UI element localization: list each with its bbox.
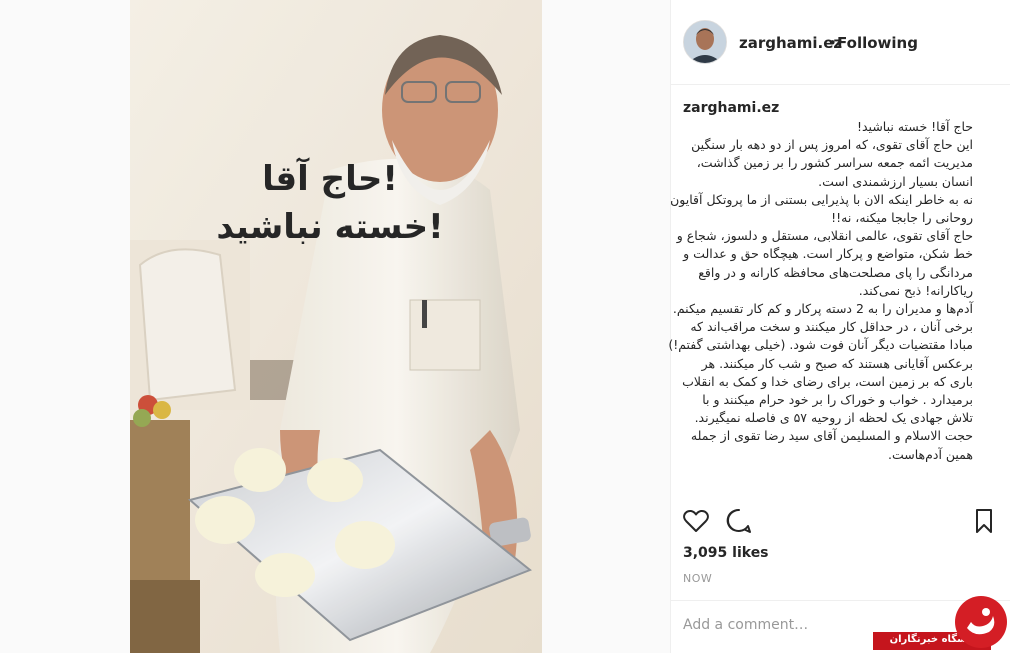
- save-button[interactable]: [969, 506, 999, 536]
- like-button[interactable]: [681, 506, 711, 536]
- post-sidebar: zarghami.ez • Following zarghami.ez . حا…: [668, 0, 1010, 653]
- post-image[interactable]: حاج آقا! خسته نباشید!: [130, 0, 542, 653]
- caption-line: برمیدارد . خواب و خوراک را بر خود حرام م…: [702, 392, 973, 408]
- caption-line: مبادا مقتضیات دیگر آنان فوت شود. (خیلی ب…: [668, 337, 973, 353]
- header-separator: •: [828, 34, 837, 52]
- caption-line: حاج آقای تقوی، عالمی انقلابی، مستقل و دل…: [676, 228, 973, 244]
- comment-input[interactable]: Add a comment…: [683, 617, 808, 633]
- news-agency-watermark: باشگاه خبرنگاران: [873, 590, 1010, 653]
- caption-line: برخی آنان ، در حداقل کار میکنند و سخت مر…: [690, 319, 973, 335]
- caption-line: تلاش جهادی یک لحظه از روحیه ۵۷ ی فاصله ن…: [694, 410, 973, 426]
- avatar-image: [684, 21, 726, 63]
- speech-bubble-icon: [726, 508, 751, 533]
- caption-line: همین آدم‌هاست.: [888, 446, 973, 462]
- post-photo: حاج آقا! خسته نباشید!: [130, 0, 542, 653]
- caption-line: باری که بر زمین است، برای رضای خدا و کمک…: [682, 373, 973, 389]
- avatar[interactable]: [683, 20, 727, 64]
- heart-outline-icon: [683, 509, 709, 532]
- action-bar: [671, 506, 1010, 538]
- header-username[interactable]: zarghami.ez: [739, 34, 842, 52]
- caption-text: حاج آقا! خسته نباشید! این حاج آقای تقوی، …: [668, 118, 973, 464]
- bookmark-icon: [976, 509, 992, 533]
- caption-line: حاج آقا! خسته نباشید!: [856, 119, 973, 134]
- caption-line: نه به خاطر اینکه الان با پذیرایی بستنی ا…: [670, 191, 973, 207]
- post-timestamp[interactable]: NOW: [683, 572, 712, 585]
- caption-line: روحانی را جابجا میکنه، نه!!: [831, 210, 973, 226]
- post-header: zarghami.ez • Following: [671, 0, 1010, 85]
- watermark-logo-icon: [955, 596, 1007, 648]
- following-button[interactable]: Following: [837, 34, 918, 52]
- caption-line: برعکس آقایانی هستند که صبح و شب کار میکن…: [701, 355, 973, 371]
- caption-line: حجت الاسلام و المسلیمن آقای سید رضا تقوی…: [690, 428, 973, 444]
- caption-line: مردانگی را پای مصلحت‌های محافظه کارانه و…: [698, 264, 973, 280]
- caption-trail: .: [767, 100, 772, 116]
- overlay-text-line1: حاج آقا!: [262, 157, 398, 199]
- post-photo-panel: حاج آقا! خسته نباشید!: [0, 0, 670, 653]
- caption-line: مدیریت ائمه جمعه سراسر کشور را بر زمین گ…: [696, 155, 973, 171]
- caption-line: این حاج آقای تقوی، که امروز پس از دو دهه…: [691, 137, 973, 153]
- caption-area: zarghami.ez . حاج آقا! خسته نباشید! این ح…: [668, 98, 991, 493]
- caption-line: خط شکن، متواضع و پرکار است. هیچگاه حق و …: [683, 246, 973, 262]
- caption-line: انسان بسیار ارزشمندی است.: [818, 173, 973, 189]
- caption-line: آدم‌ها و مدیران را به 2 دسته پرکار و کم …: [672, 301, 973, 317]
- likes-count[interactable]: 3,095 likes: [683, 545, 769, 561]
- overlay-text-line2: خسته نباشید!: [216, 207, 443, 247]
- caption-username[interactable]: zarghami.ez: [683, 100, 779, 116]
- caption-line: ریاکارانه! ذبح نمی‌کند.: [858, 282, 973, 298]
- comment-button[interactable]: [724, 506, 754, 536]
